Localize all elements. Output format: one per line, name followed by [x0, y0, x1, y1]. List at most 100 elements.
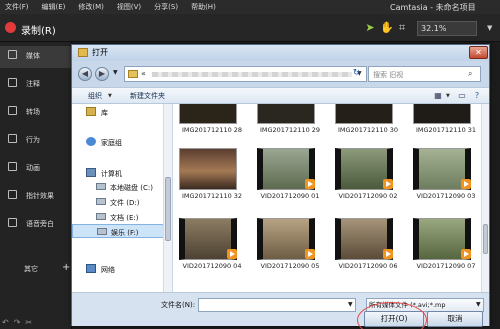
sidebar-item-annotation[interactable]: 注释 [0, 74, 72, 96]
nav-item-label: 计算机 [101, 170, 122, 178]
menu-modify[interactable]: 修改(M) [78, 2, 104, 12]
nav-item-drive-e[interactable]: 文档 (E:) [72, 210, 172, 224]
search-placeholder: 搜索 旧视 [373, 71, 404, 79]
address-row: ◀ ▶ ▼ « ▼ ↻ 搜索 旧视 ⌕ [72, 61, 489, 87]
play-icon [227, 249, 237, 259]
file-name: VID201712090 04 [182, 262, 242, 270]
record-button[interactable]: 录制(R) [21, 22, 56, 37]
sidebar-item-label: 转场 [26, 108, 40, 116]
file-item[interactable]: VID201712090 04 [175, 218, 249, 280]
view-options-icon[interactable]: ▦ [432, 90, 444, 102]
nav-item-label: 库 [101, 109, 108, 117]
scrollbar-thumb[interactable] [165, 177, 171, 241]
chevron-down-icon[interactable]: ▼ [446, 93, 450, 99]
drive-icon [96, 213, 106, 220]
animation-icon [8, 162, 17, 171]
sidebar-item-label: 动画 [26, 164, 40, 172]
scrollbar-thumb[interactable] [483, 224, 488, 254]
menu-help[interactable]: 帮助(H) [191, 2, 216, 12]
file-item[interactable]: VID201712090 03 [409, 148, 481, 210]
file-item[interactable]: VID201712090 01 [253, 148, 327, 210]
sidebar-other-button[interactable]: 其它 [24, 264, 38, 274]
close-button[interactable]: ✕ [469, 46, 488, 59]
forward-button[interactable]: ▶ [95, 67, 109, 81]
nav-scrollbar[interactable] [163, 104, 172, 292]
pointer-tool-icon[interactable]: ➤ [364, 22, 376, 34]
nav-item-drive-f[interactable]: 娱乐 (F:) [72, 224, 172, 238]
file-item[interactable]: VID201712090 02 [331, 148, 405, 210]
chevron-down-icon[interactable]: ▼ [476, 301, 481, 308]
filename-input[interactable] [198, 298, 356, 312]
menu-edit[interactable]: 编辑(E) [42, 2, 66, 12]
back-button[interactable]: ◀ [78, 67, 92, 81]
nav-item-library[interactable]: 库 [72, 105, 172, 119]
address-bar[interactable]: « ▼ [124, 66, 367, 82]
file-item[interactable]: VID201712090 07 [409, 218, 481, 280]
cursor-effect-icon [8, 190, 17, 199]
organize-button[interactable]: 组织 [88, 91, 102, 101]
file-item[interactable]: VID201712090 06 [331, 218, 405, 280]
pan-tool-icon[interactable]: ✋ [380, 22, 394, 34]
crop-tool-icon[interactable]: ⌗ [396, 22, 408, 34]
undo-redo-icons[interactable]: ↶↷✂ [2, 318, 37, 327]
nav-item-computer[interactable]: 计算机 [72, 166, 172, 180]
app-title: Camtasia - 未命名项目 [390, 3, 476, 12]
image-thumbnail [179, 104, 237, 124]
sidebar-item-transition[interactable]: 转场 [0, 102, 72, 124]
search-input[interactable]: 搜索 旧视 ⌕ [368, 66, 481, 82]
sidebar-item-media[interactable]: 媒体 [0, 46, 72, 68]
chevron-down-icon[interactable]: ▼ [108, 93, 112, 99]
play-icon [305, 249, 315, 259]
menu-file[interactable]: 文件(F) [5, 2, 29, 12]
help-icon[interactable]: ? [471, 90, 483, 102]
play-icon [461, 179, 471, 189]
sidebar-item-behavior[interactable]: 行为 [0, 130, 72, 152]
sidebar-item-label: 指针效果 [26, 192, 54, 200]
sidebar: 媒体 注释 转场 行为 动画 指针效果 语音旁白 其它 + ↶↷✂ [0, 42, 72, 329]
play-icon [383, 179, 393, 189]
menu-share[interactable]: 分享(S) [154, 2, 178, 12]
sidebar-item-voice-narration[interactable]: 语音旁白 [0, 214, 72, 236]
zoom-select[interactable]: 32.1% [417, 21, 477, 36]
blurred-path [152, 72, 352, 77]
nav-item-label: 娱乐 (F:) [111, 229, 139, 237]
homegroup-icon [86, 137, 96, 146]
sidebar-item-cursor-effect[interactable]: 指针效果 [0, 186, 72, 208]
cancel-button[interactable]: 取消 [427, 311, 483, 327]
menu-bar: 文件(F) 编辑(E) 修改(M) 视图(V) 分享(S) 帮助(H) Camt… [0, 0, 500, 14]
file-name: IMG201712110 28 [181, 126, 243, 134]
chevron-down-icon[interactable]: ▼ [487, 24, 492, 32]
add-icon[interactable]: + [62, 262, 70, 273]
sidebar-item-animation[interactable]: 动画 [0, 158, 72, 180]
nav-item-label: 家庭组 [101, 139, 122, 147]
nav-item-drive-d[interactable]: 文件 (D:) [72, 195, 172, 209]
recent-locations-icon[interactable]: ▼ [113, 69, 118, 76]
nav-item-network[interactable]: 网络 [72, 262, 172, 276]
filename-label: 文件名(N): [161, 301, 196, 309]
media-icon [8, 50, 17, 59]
record-icon[interactable] [5, 22, 16, 33]
file-name: IMG201712110 29 [259, 126, 321, 134]
chevron-double-icon[interactable]: « [141, 69, 146, 78]
file-item[interactable]: IMG201712110 32 [175, 148, 249, 210]
drive-icon [96, 183, 106, 190]
dialog-title-bar: 打开 ✕ [72, 45, 489, 61]
nav-item-drive-c[interactable]: 本地磁盘 (C:) [72, 180, 172, 194]
menu-view[interactable]: 视图(V) [117, 2, 141, 12]
nav-item-homegroup[interactable]: 家庭组 [72, 135, 172, 149]
file-name: VID201712090 03 [416, 192, 476, 200]
sidebar-item-label: 注释 [26, 80, 40, 88]
chevron-down-icon[interactable]: ▼ [348, 301, 353, 308]
folder-icon [78, 48, 88, 57]
toolbar: 录制(R) ➤ ✋ ⌗ 32.1% ▼ [0, 14, 500, 42]
preview-pane-icon[interactable]: ▭ [456, 90, 468, 102]
nav-item-label: 本地磁盘 (C:) [110, 184, 153, 192]
file-grid: IMG201712110 28 IMG201712110 29 IMG20171… [173, 104, 481, 292]
refresh-button[interactable]: ↻ [348, 66, 365, 82]
file-item[interactable]: VID201712090 05 [253, 218, 327, 280]
file-name: VID201712090 06 [338, 262, 398, 270]
command-bar: 组织 ▼ 新建文件夹 ▦ ▼ ▭ ? [72, 87, 489, 104]
file-grid-scrollbar[interactable] [481, 104, 489, 292]
new-folder-button[interactable]: 新建文件夹 [130, 91, 165, 101]
dialog-title: 打开 [92, 48, 108, 57]
